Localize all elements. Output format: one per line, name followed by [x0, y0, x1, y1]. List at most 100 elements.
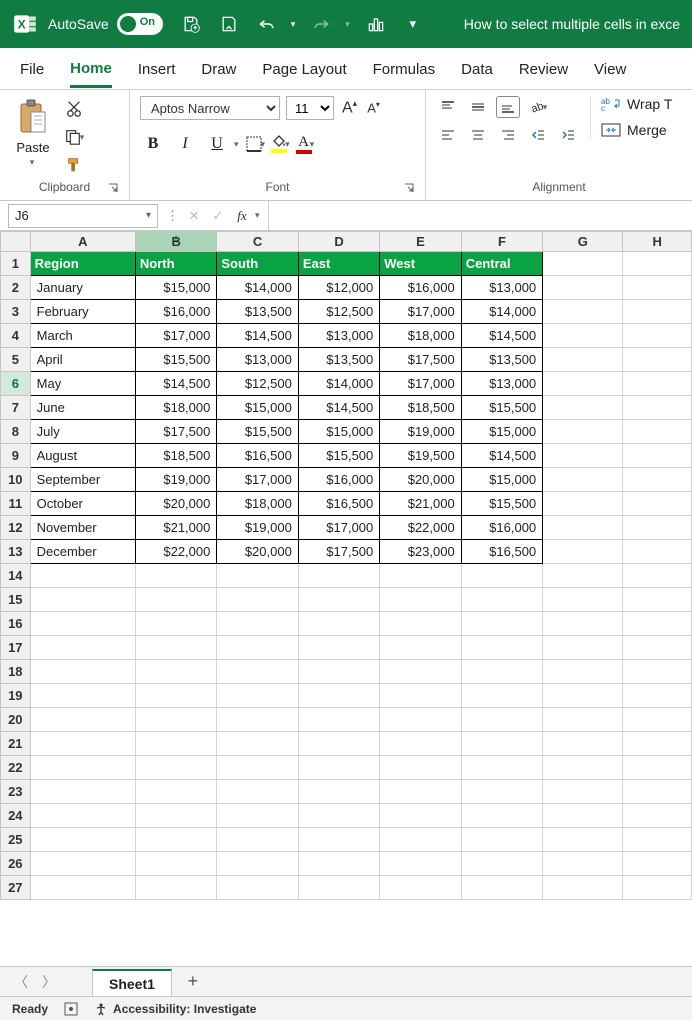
- cell[interactable]: [461, 564, 542, 588]
- cell[interactable]: [543, 324, 623, 348]
- cell[interactable]: [543, 300, 623, 324]
- fill-dropdown-icon[interactable]: ▾: [285, 139, 290, 150]
- tab-draw[interactable]: Draw: [201, 61, 236, 86]
- cell[interactable]: [380, 828, 461, 852]
- cell[interactable]: $18,000: [135, 396, 216, 420]
- tab-data[interactable]: Data: [461, 61, 493, 86]
- cell[interactable]: [298, 588, 379, 612]
- cell[interactable]: $15,000: [135, 276, 216, 300]
- align-bottom-button[interactable]: [496, 96, 520, 118]
- row-header[interactable]: 12: [1, 516, 31, 540]
- cell[interactable]: $21,000: [135, 516, 216, 540]
- select-all-corner[interactable]: [1, 232, 31, 252]
- cell[interactable]: [30, 732, 135, 756]
- cell[interactable]: [623, 420, 692, 444]
- column-header-G[interactable]: G: [543, 232, 623, 252]
- cell[interactable]: [543, 612, 623, 636]
- cell[interactable]: $12,000: [298, 276, 379, 300]
- cell[interactable]: [380, 852, 461, 876]
- decrease-indent-button[interactable]: [526, 124, 550, 146]
- cell[interactable]: [217, 852, 298, 876]
- cell[interactable]: [135, 804, 216, 828]
- cell[interactable]: [298, 828, 379, 852]
- cell[interactable]: [461, 804, 542, 828]
- cell[interactable]: $16,000: [135, 300, 216, 324]
- sheet-tab-active[interactable]: Sheet1: [92, 969, 172, 997]
- cell[interactable]: $16,500: [461, 540, 542, 564]
- cell[interactable]: [623, 372, 692, 396]
- cell[interactable]: $15,000: [461, 468, 542, 492]
- cell[interactable]: East: [298, 252, 379, 276]
- cell[interactable]: [623, 732, 692, 756]
- cell[interactable]: [380, 780, 461, 804]
- cell[interactable]: $16,500: [217, 444, 298, 468]
- cell[interactable]: [30, 564, 135, 588]
- row-header[interactable]: 16: [1, 612, 31, 636]
- row-header[interactable]: 23: [1, 780, 31, 804]
- cell[interactable]: $23,000: [380, 540, 461, 564]
- tab-page-layout[interactable]: Page Layout: [262, 61, 346, 86]
- cell[interactable]: [380, 732, 461, 756]
- cell[interactable]: $13,000: [461, 276, 542, 300]
- cell[interactable]: West: [380, 252, 461, 276]
- cell[interactable]: [623, 276, 692, 300]
- cell[interactable]: $17,000: [298, 516, 379, 540]
- cell[interactable]: [623, 564, 692, 588]
- cell[interactable]: [380, 876, 461, 900]
- cell[interactable]: [30, 876, 135, 900]
- cell[interactable]: $20,000: [380, 468, 461, 492]
- cell[interactable]: $19,500: [380, 444, 461, 468]
- cell[interactable]: [461, 828, 542, 852]
- cell[interactable]: [623, 540, 692, 564]
- cell[interactable]: $19,000: [217, 516, 298, 540]
- name-box[interactable]: J6 ▾: [8, 204, 158, 228]
- row-header[interactable]: 4: [1, 324, 31, 348]
- row-header[interactable]: 24: [1, 804, 31, 828]
- cell[interactable]: [380, 708, 461, 732]
- cell[interactable]: [30, 636, 135, 660]
- row-header[interactable]: 3: [1, 300, 31, 324]
- cell[interactable]: April: [30, 348, 135, 372]
- cell[interactable]: [543, 276, 623, 300]
- cell[interactable]: [298, 780, 379, 804]
- cell[interactable]: [543, 684, 623, 708]
- cell[interactable]: Central: [461, 252, 542, 276]
- column-header-F[interactable]: F: [461, 232, 542, 252]
- formula-more-icon[interactable]: ⋮: [166, 208, 179, 224]
- copy-button[interactable]: ▾: [62, 126, 86, 148]
- cell[interactable]: [623, 396, 692, 420]
- cell[interactable]: [298, 876, 379, 900]
- cell[interactable]: $14,000: [461, 300, 542, 324]
- cell[interactable]: [135, 756, 216, 780]
- cell[interactable]: [461, 732, 542, 756]
- cell[interactable]: [461, 660, 542, 684]
- cell[interactable]: [135, 660, 216, 684]
- cell[interactable]: [461, 756, 542, 780]
- align-top-button[interactable]: [436, 96, 460, 118]
- cell[interactable]: [543, 516, 623, 540]
- cell[interactable]: [380, 636, 461, 660]
- row-header[interactable]: 10: [1, 468, 31, 492]
- font-name-select[interactable]: Aptos Narrow: [140, 96, 280, 120]
- font-color-button[interactable]: A ▾: [296, 135, 315, 154]
- cell[interactable]: [543, 732, 623, 756]
- font-launcher-icon[interactable]: [403, 182, 415, 194]
- cell[interactable]: $17,000: [380, 372, 461, 396]
- orientation-button[interactable]: ab▾: [526, 96, 550, 118]
- column-header-E[interactable]: E: [380, 232, 461, 252]
- row-header[interactable]: 7: [1, 396, 31, 420]
- cell[interactable]: [135, 564, 216, 588]
- row-header[interactable]: 6: [1, 372, 31, 396]
- cell[interactable]: $13,500: [461, 348, 542, 372]
- row-header[interactable]: 19: [1, 684, 31, 708]
- cell[interactable]: [543, 492, 623, 516]
- cell[interactable]: [461, 684, 542, 708]
- cell[interactable]: [298, 756, 379, 780]
- cell[interactable]: [298, 804, 379, 828]
- cell[interactable]: [380, 804, 461, 828]
- cell[interactable]: $12,500: [217, 372, 298, 396]
- row-header[interactable]: 5: [1, 348, 31, 372]
- cell[interactable]: [217, 660, 298, 684]
- cell[interactable]: [30, 828, 135, 852]
- cell[interactable]: [623, 636, 692, 660]
